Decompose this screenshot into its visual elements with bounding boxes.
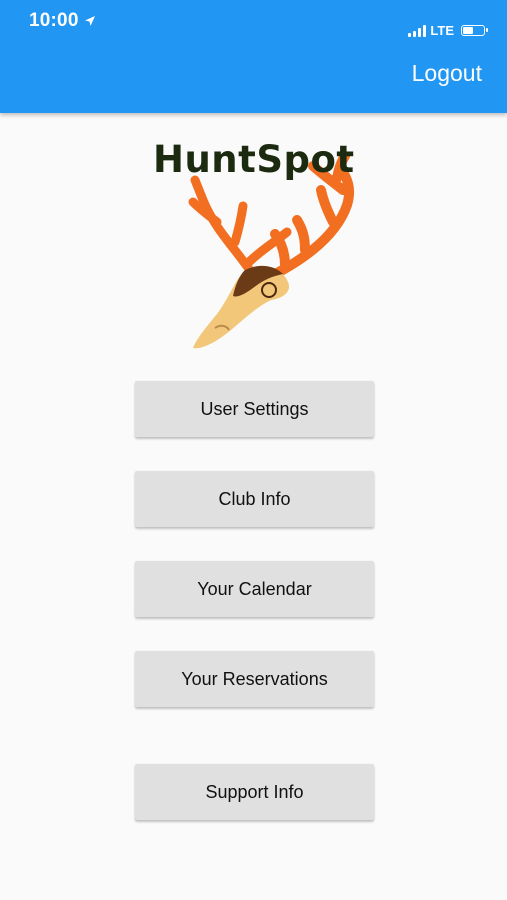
signal-icon bbox=[408, 24, 427, 37]
club-info-button[interactable]: Club Info bbox=[135, 471, 374, 527]
support-info-button[interactable]: Support Info bbox=[135, 764, 374, 820]
logo-text: HuntSpot bbox=[153, 138, 355, 181]
battery-icon bbox=[461, 25, 488, 36]
status-time: 10:00 bbox=[29, 10, 96, 32]
location-arrow-icon bbox=[84, 16, 95, 26]
your-calendar-button[interactable]: Your Calendar bbox=[135, 561, 374, 617]
logout-button[interactable]: Logout bbox=[412, 60, 482, 87]
battery-level bbox=[463, 27, 473, 34]
user-settings-button[interactable]: User Settings bbox=[135, 381, 374, 437]
network-label: LTE bbox=[430, 23, 454, 38]
status-time-text: 10:00 bbox=[29, 10, 79, 31]
huntspot-logo: HuntSpot bbox=[145, 130, 365, 355]
your-reservations-button[interactable]: Your Reservations bbox=[135, 651, 374, 707]
status-indicators: LTE bbox=[408, 23, 488, 38]
app-bar: 10:00 LTE Logout bbox=[0, 0, 507, 113]
